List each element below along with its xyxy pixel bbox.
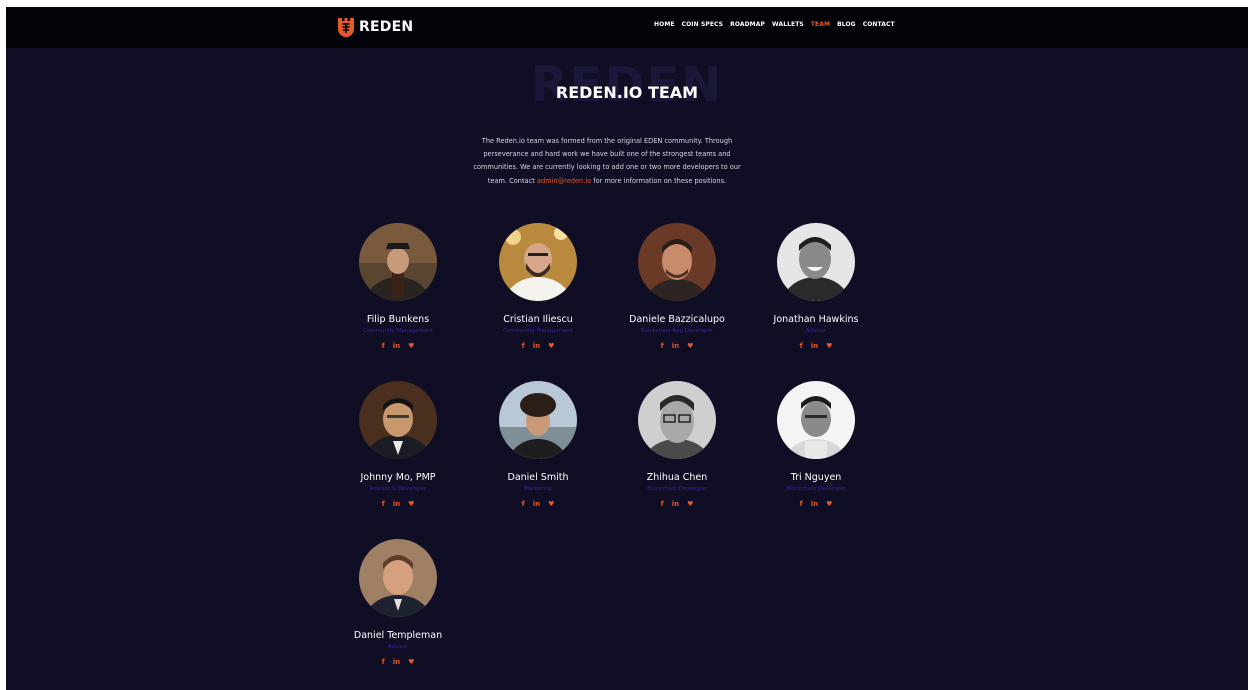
linkedin-icon[interactable]: in xyxy=(393,658,400,666)
page-title: REDEN.IO TEAM xyxy=(555,83,699,102)
team-member-card: Tri Nguyen Blockchain Developer f in ♥ xyxy=(731,381,901,508)
twitter-icon[interactable]: ♥ xyxy=(687,342,693,350)
page: REDEN HOME COIN SPECS ROADMAP WALLETS TE… xyxy=(6,7,1248,690)
facebook-icon[interactable]: f xyxy=(661,500,664,508)
member-photo xyxy=(359,539,437,617)
linkedin-icon[interactable]: in xyxy=(533,500,540,508)
contact-email-link[interactable]: admin@reden.io xyxy=(537,177,591,185)
twitter-icon[interactable]: ♥ xyxy=(408,500,414,508)
reden-logo-icon xyxy=(338,18,354,38)
brand-logo[interactable]: REDEN xyxy=(336,15,413,39)
facebook-icon[interactable]: f xyxy=(522,500,525,508)
member-photo xyxy=(359,381,437,459)
team-member-card: Jonathan Hawkins Advisor f in ♥ xyxy=(731,223,901,350)
brand-name: REDEN xyxy=(359,19,414,35)
member-social-links: f in ♥ xyxy=(731,342,901,350)
facebook-icon[interactable]: f xyxy=(382,500,385,508)
member-role: Advisor xyxy=(387,644,409,650)
top-navbar: REDEN HOME COIN SPECS ROADMAP WALLETS TE… xyxy=(6,7,1248,48)
team-intro-text: The Reden.io team was formed from the or… xyxy=(472,135,742,189)
member-social-links: f in ♥ xyxy=(313,658,483,666)
member-role: Blockchain Developer xyxy=(786,486,846,492)
linkedin-icon[interactable]: in xyxy=(672,342,679,350)
member-photo xyxy=(777,381,855,459)
nav-coin-specs[interactable]: COIN SPECS xyxy=(682,21,724,28)
member-role: Advisor xyxy=(805,328,827,334)
nav-home[interactable]: HOME xyxy=(654,21,675,28)
member-social-links: f in ♥ xyxy=(731,500,901,508)
member-photo xyxy=(777,223,855,301)
facebook-icon[interactable]: f xyxy=(382,342,385,350)
nav-wallets[interactable]: WALLETS xyxy=(772,21,804,28)
twitter-icon[interactable]: ♥ xyxy=(548,500,554,508)
nav-roadmap[interactable]: ROADMAP xyxy=(730,21,765,28)
member-photo xyxy=(499,223,577,301)
facebook-icon[interactable]: f xyxy=(800,342,803,350)
twitter-icon[interactable]: ♥ xyxy=(408,658,414,666)
member-photo xyxy=(499,381,577,459)
member-photo xyxy=(359,223,437,301)
intro-text-end: for more information on these positions. xyxy=(591,176,727,185)
facebook-icon[interactable]: f xyxy=(382,658,385,666)
nav-contact[interactable]: CONTACT xyxy=(863,21,895,28)
twitter-icon[interactable]: ♥ xyxy=(687,500,693,508)
nav-blog[interactable]: BLOG xyxy=(837,21,856,28)
facebook-icon[interactable]: f xyxy=(522,342,525,350)
member-name: Tri Nguyen xyxy=(790,472,842,483)
member-name: Jonathan Hawkins xyxy=(773,314,859,325)
linkedin-icon[interactable]: in xyxy=(811,500,818,508)
linkedin-icon[interactable]: in xyxy=(811,342,818,350)
facebook-icon[interactable]: f xyxy=(800,500,803,508)
member-name: Daniel Templeman xyxy=(353,630,443,641)
main-menu: HOME COIN SPECS ROADMAP WALLETS TEAM BLO… xyxy=(654,21,895,28)
team-member-card: Daniel Templeman Advisor f in ♥ xyxy=(313,539,483,666)
twitter-icon[interactable]: ♥ xyxy=(826,500,832,508)
linkedin-icon[interactable]: in xyxy=(393,500,400,508)
member-photo xyxy=(638,381,716,459)
member-photo xyxy=(638,223,716,301)
linkedin-icon[interactable]: in xyxy=(393,342,400,350)
twitter-icon[interactable]: ♥ xyxy=(408,342,414,350)
linkedin-icon[interactable]: in xyxy=(533,342,540,350)
linkedin-icon[interactable]: in xyxy=(672,500,679,508)
twitter-icon[interactable]: ♥ xyxy=(548,342,554,350)
twitter-icon[interactable]: ♥ xyxy=(826,342,832,350)
facebook-icon[interactable]: f xyxy=(661,342,664,350)
nav-team[interactable]: TEAM xyxy=(811,21,830,28)
